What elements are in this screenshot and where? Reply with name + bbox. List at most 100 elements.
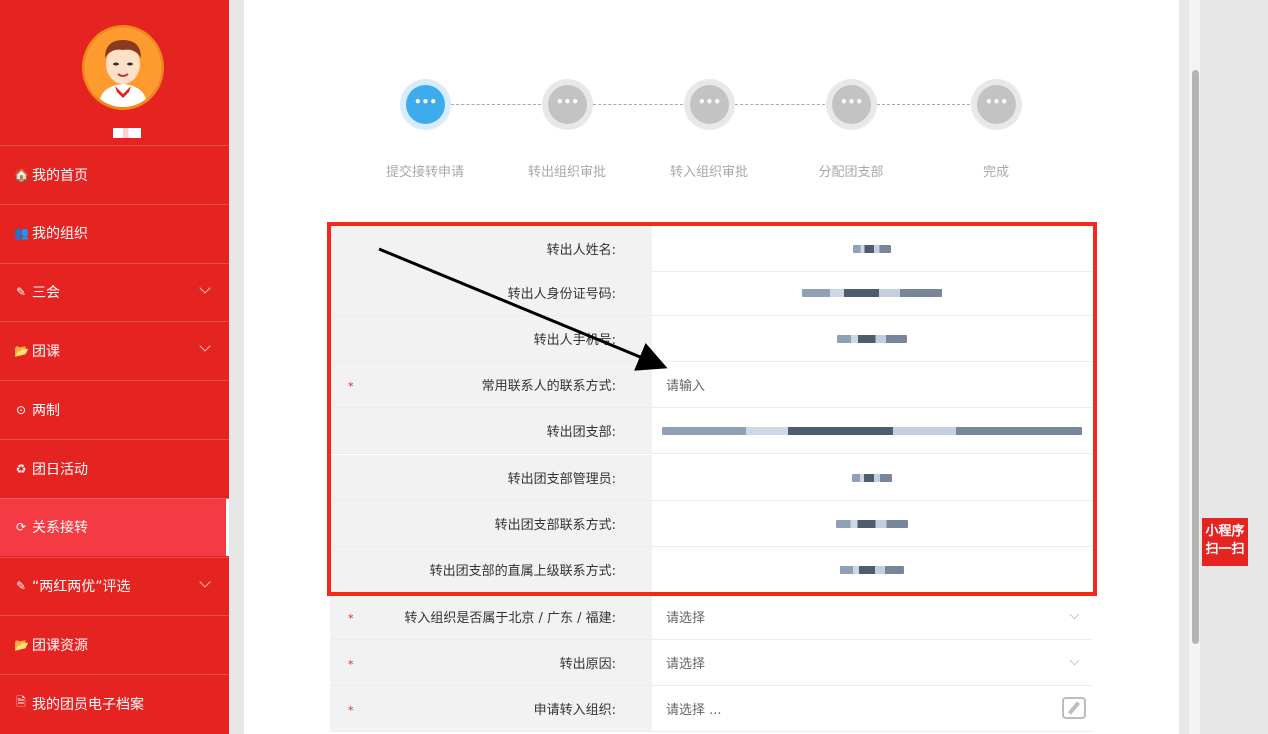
chevron-down-icon: [1069, 609, 1080, 619]
step-0-circle: •••: [400, 79, 451, 130]
profile-area: [0, 0, 229, 145]
form-row: 转出团支部联系方式:: [330, 501, 1092, 547]
folder-open-icon: 📂: [14, 343, 29, 358]
username-redacted: [113, 128, 141, 138]
redacted-value: [652, 501, 1092, 546]
mini-program-line2: 扫一扫: [1205, 542, 1245, 557]
form-row: 转出原因: * 请选择: [330, 640, 1092, 686]
sidebar: 🏠 我的首页 👥 我的组织 ✎ 三会 📂 团课 ⊙ 两制 ♻ 团日活动 ⟳ 关系接转 ✎ “两红两优”评选 📂 团…: [0, 0, 229, 734]
required-mark: *: [348, 657, 354, 671]
sidebar-item-9[interactable]: 🗎 我的团员电子档案: [0, 674, 229, 732]
home-icon: 🏠: [14, 167, 29, 182]
form-row-label: 转出人身份证号码:: [330, 270, 652, 315]
sidebar-item-label: 三会: [32, 285, 60, 302]
organization-picker[interactable]: 请选择 ...: [652, 686, 1092, 731]
form-row-label: 常用联系人的联系方式:: [330, 362, 652, 407]
sidebar-item-5[interactable]: ♻ 团日活动: [0, 439, 229, 497]
step-connector: [877, 104, 970, 105]
form-row-label: 转出团支部联系方式:: [330, 501, 652, 546]
select-dropdown[interactable]: 请选择: [652, 640, 1092, 685]
sidebar-item-2[interactable]: ✎ 三会: [0, 262, 229, 321]
step-1-label: 转出组织审批: [527, 165, 606, 180]
form-row-label: 转出原因:: [330, 640, 652, 685]
select-placeholder: 请选择: [666, 611, 706, 626]
sidebar-item-7[interactable]: ✎ “两红两优”评选: [0, 556, 229, 615]
avatar-illustration: [85, 28, 161, 107]
edit-icon[interactable]: [1062, 696, 1086, 719]
step-4-circle: •••: [971, 79, 1022, 130]
contact-input[interactable]: 请输入: [652, 362, 1092, 407]
redacted-value: [652, 226, 1092, 271]
redacted-text: [840, 565, 904, 574]
mini-program-badge[interactable]: 小程序 扫一扫: [1202, 518, 1248, 566]
select-dropdown[interactable]: 请选择: [652, 594, 1092, 639]
form-row: 转出人姓名:: [330, 226, 1092, 272]
picker-placeholder: 请选择 ...: [666, 703, 722, 718]
form-row-label: 转出团支部的直属上级联系方式:: [330, 547, 652, 592]
form-row-label: 转出人姓名:: [330, 226, 652, 271]
chevron-down-icon: [199, 281, 211, 294]
redacted-text: [853, 244, 891, 253]
form-row-label: 转入组织是否属于北京 / 广东 / 福建:: [330, 594, 652, 639]
step-connector: [735, 104, 825, 105]
required-mark: *: [348, 703, 354, 717]
dot-circle-icon: ⊙: [15, 402, 27, 417]
edit-icon: ✎: [15, 285, 27, 300]
refresh-icon: ⟳: [15, 520, 27, 535]
required-mark: *: [348, 379, 354, 393]
step-4-label: 完成: [982, 165, 1009, 180]
chevron-down-icon: [199, 340, 211, 353]
required-mark: *: [348, 611, 354, 625]
redacted-value: [652, 455, 1092, 500]
step-connector: [593, 104, 683, 105]
form-row: 转出团支部管理员:: [330, 455, 1092, 501]
file-icon: 🗎: [16, 695, 26, 710]
scrollbar-thumb[interactable]: [1192, 70, 1199, 644]
sidebar-item-label: 我的首页: [32, 167, 88, 184]
redacted-text: [852, 473, 892, 482]
sidebar-item-label: “两红两优”评选: [32, 579, 131, 596]
redacted-value: [652, 270, 1092, 315]
chevron-down-icon: [1069, 655, 1080, 665]
sidebar-item-0[interactable]: 🏠 我的首页: [0, 145, 229, 203]
form-row-label: 申请转入组织:: [330, 686, 652, 731]
sidebar-item-label: 关系接转: [32, 520, 88, 537]
step-2-circle: •••: [684, 79, 735, 130]
form-row: 转出团支部:: [330, 408, 1092, 454]
redacted-text: [802, 288, 942, 297]
form-row: 转出人手机号:: [330, 316, 1092, 362]
more-dots-icon: •••: [406, 85, 445, 124]
form-row-label: 转出人手机号:: [330, 316, 652, 361]
redacted-text: [837, 334, 907, 343]
recycle-icon: ♻: [15, 461, 27, 476]
sidebar-item-label: 我的组织: [32, 226, 88, 243]
avatar[interactable]: [82, 25, 164, 110]
more-dots-icon: •••: [832, 85, 871, 124]
redacted-value: [652, 316, 1092, 361]
step-0-label: 提交接转申请: [385, 165, 464, 180]
form-row: 转入组织是否属于北京 / 广东 / 福建: * 请选择: [330, 594, 1092, 640]
sidebar-item-3[interactable]: 📂 团课: [0, 321, 229, 379]
input-placeholder: 请输入: [666, 379, 706, 394]
form-row: 转出团支部的直属上级联系方式:: [330, 547, 1092, 593]
sidebar-item-label: 团课: [32, 343, 60, 360]
sidebar-item-label: 团课资源: [32, 637, 88, 654]
form-row: 申请转入组织: * 请选择 ...: [330, 686, 1092, 732]
sidebar-item-label: 团日活动: [32, 461, 88, 478]
form-row: 转出人身份证号码:: [330, 270, 1092, 316]
mini-program-line1: 小程序: [1205, 524, 1245, 539]
redacted-text: [662, 426, 1082, 435]
group-icon: 👥: [14, 226, 29, 241]
sidebar-item-6[interactable]: ⟳ 关系接转: [0, 497, 229, 556]
chevron-down-icon: [199, 575, 211, 588]
more-dots-icon: •••: [977, 85, 1016, 124]
sidebar-item-1[interactable]: 👥 我的组织: [0, 203, 229, 262]
form-row: 常用联系人的联系方式: * 请输入: [330, 362, 1092, 408]
step-2-label: 转入组织审批: [669, 165, 748, 180]
step-connector: [451, 104, 541, 105]
step-3-label: 分配团支部: [818, 165, 884, 180]
step-3-circle: •••: [826, 79, 877, 130]
select-placeholder: 请选择: [666, 657, 706, 672]
sidebar-item-4[interactable]: ⊙ 两制: [0, 380, 229, 438]
sidebar-item-8[interactable]: 📂 团课资源: [0, 615, 229, 673]
